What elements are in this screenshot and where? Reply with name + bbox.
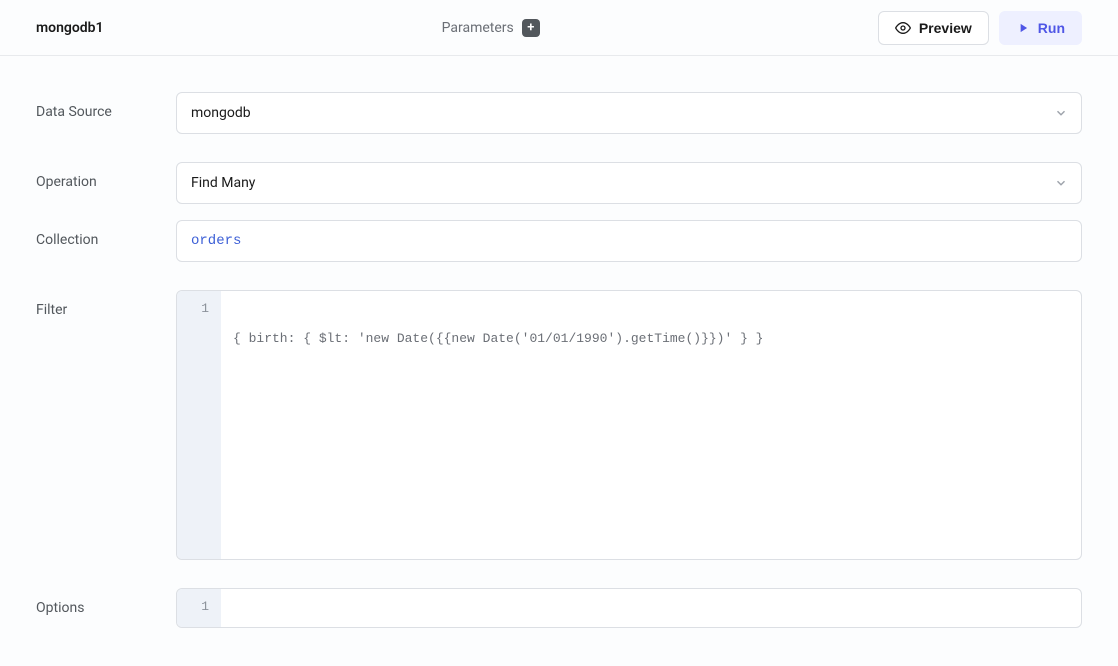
options-editor[interactable]: 1 { projection: { _id: 0, 'name.first': … <box>176 588 1082 628</box>
query-form: Data Source mongodb Operation Find Many <box>0 56 1118 628</box>
data-source-select[interactable]: mongodb <box>176 92 1082 134</box>
operation-value: Find Many <box>191 175 255 191</box>
operation-select[interactable]: Find Many <box>176 162 1082 204</box>
options-code[interactable]: { projection: { _id: 0, 'name.first': 0,… <box>221 589 1081 627</box>
filter-gutter: 1 <box>177 291 221 559</box>
query-title[interactable]: mongodb1 <box>36 20 104 36</box>
filter-line-number: 1 <box>177 299 221 318</box>
data-source-value: mongodb <box>191 105 251 121</box>
run-button-label: Run <box>1038 20 1065 36</box>
data-source-label: Data Source <box>36 92 176 120</box>
filter-editor[interactable]: 1 { birth: { $lt: 'new Date({{new Date('… <box>176 290 1082 560</box>
preview-button[interactable]: Preview <box>878 11 989 45</box>
parameters-section[interactable]: Parameters + <box>442 19 540 37</box>
run-button[interactable]: Run <box>999 11 1082 45</box>
collection-input[interactable] <box>176 220 1082 262</box>
play-icon <box>1016 21 1030 35</box>
options-label: Options <box>36 588 176 616</box>
parameters-label: Parameters <box>442 20 514 36</box>
options-gutter: 1 <box>177 589 221 627</box>
eye-icon <box>895 20 911 36</box>
options-line-number: 1 <box>177 597 221 616</box>
editor-header: mongodb1 Parameters + Preview Run <box>0 0 1118 56</box>
collection-label: Collection <box>36 220 176 248</box>
add-parameter-icon[interactable]: + <box>522 19 540 37</box>
operation-label: Operation <box>36 162 176 190</box>
preview-button-label: Preview <box>919 20 972 36</box>
filter-code[interactable]: { birth: { $lt: 'new Date({{new Date('01… <box>221 291 1081 559</box>
filter-code-line: { birth: { $lt: 'new Date({{new Date('01… <box>233 329 1069 348</box>
filter-label: Filter <box>36 290 176 318</box>
